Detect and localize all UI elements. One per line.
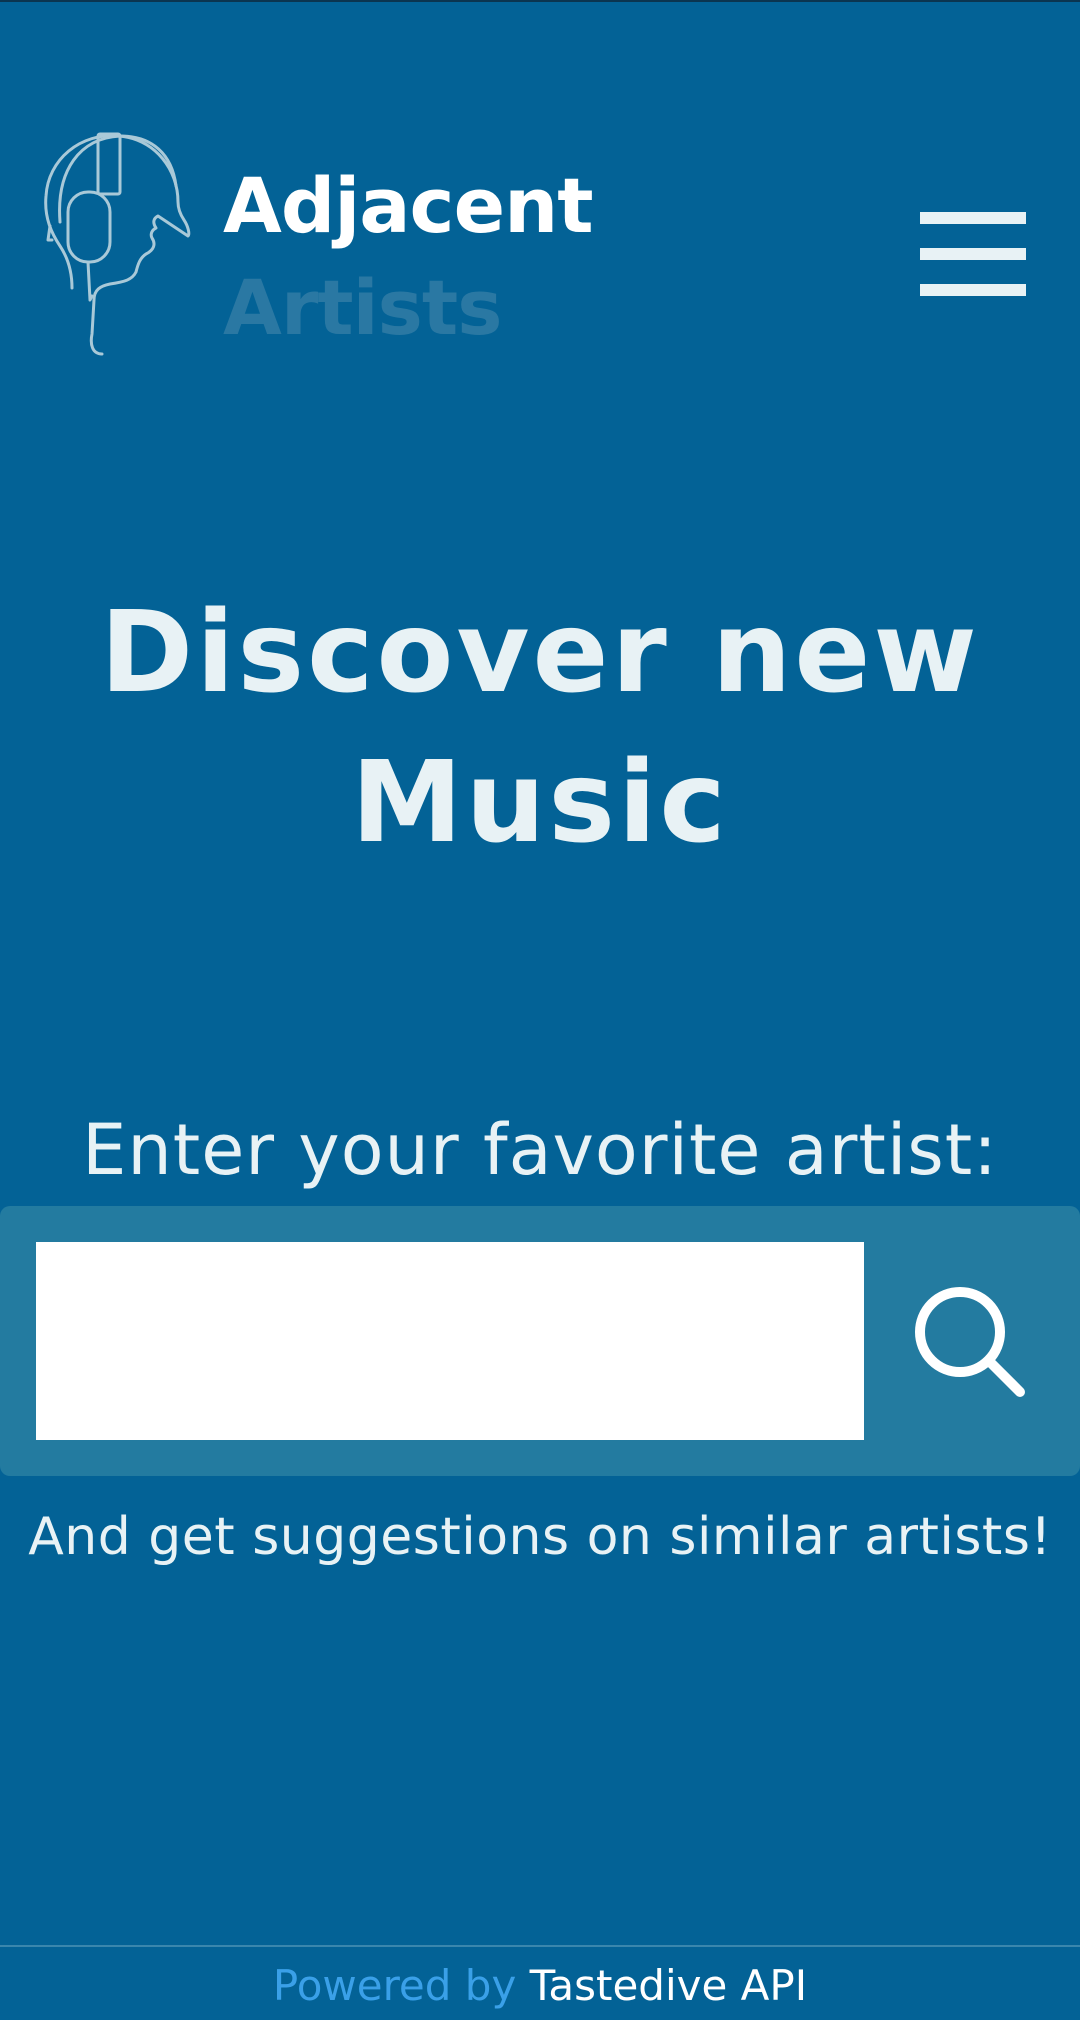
menu-bar [920, 212, 1026, 224]
search-button[interactable] [904, 1276, 1034, 1406]
footer: Powered by Tastedive API [0, 1958, 1080, 2014]
top-edge-divider [0, 0, 1080, 2]
search-subtext: And get suggestions on similar artists! [28, 1507, 1052, 1567]
search-panel [0, 1206, 1080, 1476]
logo-wordmark-line1: Adjacent [223, 161, 594, 250]
search-icon [915, 1287, 1025, 1397]
footer-divider [0, 1945, 1080, 1947]
logo-wordmark-line2: Artists [223, 263, 502, 352]
artist-search-input[interactable] [36, 1242, 864, 1440]
hamburger-menu-icon[interactable] [920, 212, 1026, 296]
footer-powered-by: Powered by [272, 1961, 530, 2010]
menu-bar [920, 248, 1026, 260]
hero-title: Discover new Music [100, 588, 980, 868]
headphones-head-icon [44, 132, 191, 356]
site-logo[interactable]: Adjacent Artists [40, 130, 594, 360]
search-label: Enter your favorite artist: [82, 1109, 998, 1191]
menu-bar [920, 284, 1026, 296]
footer-api-link[interactable]: Tastedive API [530, 1961, 807, 2010]
page: Adjacent Artists Discover new Music Ente… [0, 0, 1080, 2020]
